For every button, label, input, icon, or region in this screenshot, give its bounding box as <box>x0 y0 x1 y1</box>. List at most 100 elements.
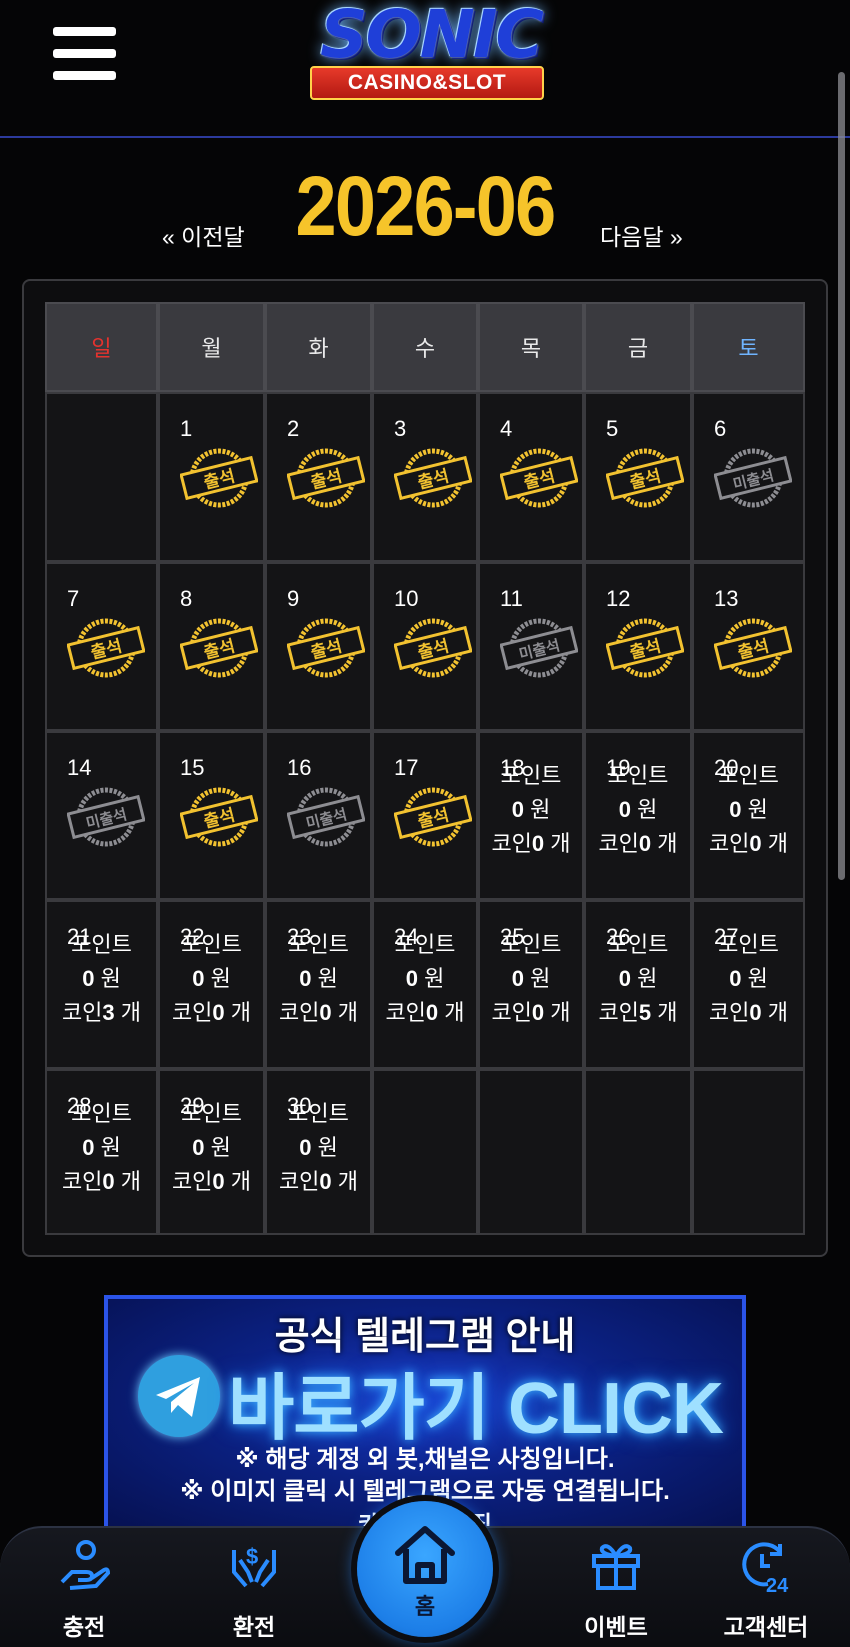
calendar-day-cell[interactable]: 포인트 0 원 코인0 개 23 <box>265 900 372 1069</box>
calendar-day-cell[interactable]: 출석 15 <box>158 731 265 900</box>
site-logo[interactable]: SONIC CASINO&SLOT <box>270 0 590 108</box>
coin-label: 코인 <box>708 831 750 856</box>
absent-stamp-icon: 미출석 <box>286 785 366 854</box>
calendar-day-cell[interactable]: 출석 9 <box>265 562 372 731</box>
coin-label: 코인 <box>61 1169 103 1194</box>
menu-icon[interactable] <box>53 27 116 81</box>
coin-unit: 개 <box>657 1000 678 1025</box>
day-number: 23 <box>287 924 312 949</box>
coin-value: 0 <box>425 1000 439 1025</box>
calendar-empty-cell <box>584 1069 692 1235</box>
calendar-day-cell[interactable]: 출석 13 <box>692 562 805 731</box>
coin-label: 코인 <box>385 1000 426 1025</box>
nav-deposit[interactable]: 충전 <box>24 1528 144 1647</box>
coin-value: 0 <box>102 1169 115 1194</box>
coin-label: 코인 <box>171 1169 213 1194</box>
day-number: 22 <box>180 924 205 949</box>
calendar-day-cell[interactable]: 출석 5 <box>584 392 692 562</box>
calendar-day-cell[interactable]: 포인트 0 원 코인0 개 28 <box>45 1069 158 1235</box>
won-unit: 원 <box>637 797 658 822</box>
coin-unit: 개 <box>657 831 678 856</box>
point-value: 0 <box>299 1135 312 1160</box>
calendar-day-cell[interactable]: 출석 3 <box>372 392 478 562</box>
calendar-day-cell[interactable]: 출석 4 <box>478 392 584 562</box>
nav-home[interactable]: 홈 <box>357 1501 493 1637</box>
calendar-day-cell[interactable]: 출석 12 <box>584 562 692 731</box>
attended-stamp-icon: 출석 <box>66 616 146 685</box>
attended-stamp-icon: 출석 <box>393 446 473 515</box>
point-value: 0 <box>729 797 742 822</box>
day-number: 9 <box>287 586 300 611</box>
calendar-day-cell[interactable]: 포인트 0 원 코인3 개 21 <box>45 900 158 1069</box>
calendar-day-cell[interactable]: 출석 1 <box>158 392 265 562</box>
nav-withdraw[interactable]: $ 환전 <box>194 1528 314 1647</box>
day-number: 30 <box>287 1093 312 1118</box>
point-value: 0 <box>511 797 524 822</box>
day-summary: 포인트 0 원 코인0 개 <box>694 759 803 861</box>
prev-month-link[interactable]: « 이전달 <box>162 218 245 252</box>
nav-support[interactable]: 24 고객센터 <box>706 1528 826 1647</box>
calendar-day-cell[interactable]: 포인트 0 원 코인0 개 27 <box>692 900 805 1069</box>
point-value: 0 <box>405 966 418 991</box>
calendar-day-cell[interactable]: 포인트 0 원 코인5 개 26 <box>584 900 692 1069</box>
calendar-day-cell[interactable]: 미출석 6 <box>692 392 805 562</box>
calendar-day-cell[interactable]: 미출석 14 <box>45 731 158 900</box>
day-number: 18 <box>500 755 525 780</box>
calendar-day-cell[interactable]: 포인트 0 원 코인0 개 29 <box>158 1069 265 1235</box>
day-number: 27 <box>714 924 739 949</box>
calendar-day-cell[interactable]: 포인트 0 원 코인0 개 18 <box>478 731 584 900</box>
day-number: 13 <box>714 586 739 611</box>
point-value: 0 <box>618 797 631 822</box>
day-number: 11 <box>500 586 523 611</box>
coin-unit: 개 <box>550 1000 571 1025</box>
weekday-header-mon: 월 <box>158 302 265 392</box>
day-number: 26 <box>606 924 631 949</box>
coin-unit: 개 <box>767 831 789 856</box>
calendar-day-cell[interactable]: 출석 10 <box>372 562 478 731</box>
logo-title: SONIC <box>320 0 544 73</box>
next-month-link[interactable]: 다음달 » <box>600 218 683 252</box>
calendar-grid: 일 월 화 수 목 금 토 출석 1 출석 2 출석 3 출석 4 출석 5 미출석 6 출석 7 출석 8 출석 9 출석 10 미… <box>45 302 805 1235</box>
weekday-header-sun: 일 <box>45 302 158 392</box>
day-number: 20 <box>714 755 739 780</box>
nav-event[interactable]: 이벤트 <box>556 1528 676 1647</box>
calendar-day-cell[interactable]: 출석 7 <box>45 562 158 731</box>
coin-value: 0 <box>638 831 652 856</box>
telegram-banner[interactable]: 공식 텔레그램 안내 바로가기 CLICK ※ 해당 계정 외 봇,채널은 사칭… <box>104 1295 746 1531</box>
day-number: 24 <box>394 924 419 949</box>
calendar-day-cell[interactable]: 포인트 0 원 코인0 개 20 <box>692 731 805 900</box>
won-unit: 원 <box>747 797 768 822</box>
calendar-day-cell[interactable]: 출석 2 <box>265 392 372 562</box>
coin-label: 코인 <box>171 1000 213 1025</box>
calendar-day-cell[interactable]: 미출석 11 <box>478 562 584 731</box>
calendar-day-cell[interactable]: 포인트 0 원 코인0 개 25 <box>478 900 584 1069</box>
month-title: 2026-06 <box>295 159 557 253</box>
calendar-day-cell[interactable]: 포인트 0 원 코인0 개 19 <box>584 731 692 900</box>
calendar-empty-cell <box>478 1069 584 1235</box>
coin-value: 0 <box>531 831 545 856</box>
day-summary: 포인트 0 원 코인5 개 <box>586 928 690 1030</box>
calendar-day-cell[interactable]: 출석 8 <box>158 562 265 731</box>
calendar-day-cell[interactable]: 포인트 0 원 코인0 개 24 <box>372 900 478 1069</box>
coin-unit: 개 <box>767 1000 789 1025</box>
home-icon <box>395 1526 455 1584</box>
nav-label: 환전 <box>232 1614 276 1640</box>
calendar-day-cell[interactable]: 미출석 16 <box>265 731 372 900</box>
won-unit: 원 <box>317 966 338 991</box>
weekday-label: 일 <box>91 336 112 361</box>
weekday-label: 수 <box>414 336 436 361</box>
calendar-day-cell[interactable]: 출석 17 <box>372 731 478 900</box>
won-unit: 원 <box>530 966 551 991</box>
coin-unit: 개 <box>120 1000 142 1025</box>
won-unit: 원 <box>317 1135 338 1160</box>
day-summary: 포인트 0 원 코인0 개 <box>267 928 370 1030</box>
point-value: 0 <box>192 966 205 991</box>
top-header: SONIC CASINO&SLOT <box>0 0 850 138</box>
weekday-header-wed: 수 <box>372 302 478 392</box>
weekday-label: 월 <box>201 336 222 361</box>
day-summary: 포인트 0 원 코인0 개 <box>160 1097 263 1199</box>
calendar-day-cell[interactable]: 포인트 0 원 코인0 개 22 <box>158 900 265 1069</box>
calendar-day-cell[interactable]: 포인트 0 원 코인0 개 30 <box>265 1069 372 1235</box>
attended-stamp-icon: 출석 <box>393 785 473 854</box>
nav-label: 이벤트 <box>584 1614 648 1640</box>
